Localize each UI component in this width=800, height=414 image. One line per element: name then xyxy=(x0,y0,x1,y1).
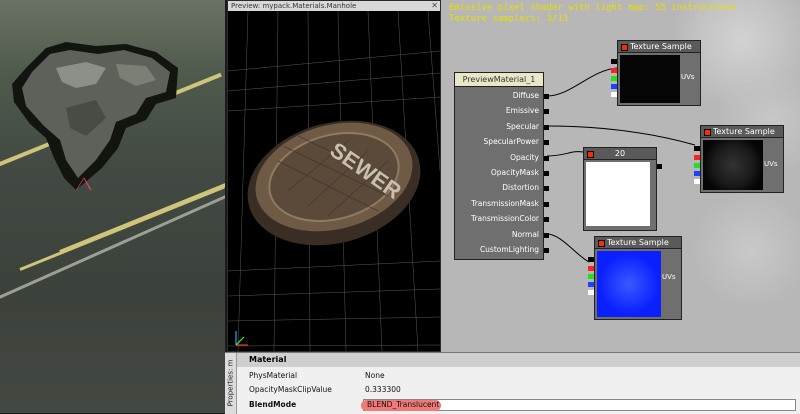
uvs-input-label: UVs xyxy=(681,73,695,81)
preview-canvas[interactable]: SEWER xyxy=(228,11,440,351)
input-pin[interactable] xyxy=(544,171,549,176)
texture-thumbnail xyxy=(703,140,763,190)
node-toggle-icon[interactable] xyxy=(621,44,628,51)
property-value: BLEND_Translucent xyxy=(367,400,440,409)
property-name: BlendMode xyxy=(249,400,297,409)
material-preview-window[interactable]: Preview: mypack.Materials.Manhole ✕ SEWE… xyxy=(227,0,441,352)
texture-sample-node[interactable]: Texture Sample UVs xyxy=(588,236,682,320)
texture-thumbnail xyxy=(597,251,661,317)
uvs-input-label: UVs xyxy=(662,273,676,281)
material-input-transmissionmask: TransmissionMask xyxy=(471,198,539,208)
properties-tab[interactable]: Properties: m xyxy=(225,353,237,414)
material-input-specular: Specular xyxy=(506,121,539,131)
green-output-pin[interactable] xyxy=(611,76,617,81)
close-icon[interactable]: ✕ xyxy=(431,1,438,11)
material-input-specularpower: SpecularPower xyxy=(483,137,539,147)
input-pin[interactable] xyxy=(544,94,549,99)
input-pin[interactable] xyxy=(544,140,549,146)
blue-output-pin[interactable] xyxy=(588,282,594,287)
rgb-output-pin[interactable] xyxy=(611,59,617,64)
input-pin[interactable] xyxy=(544,201,549,207)
alpha-output-pin[interactable] xyxy=(611,92,617,97)
green-output-pin[interactable] xyxy=(694,163,700,168)
rgb-output-pin[interactable] xyxy=(588,257,594,262)
curb-edge xyxy=(0,194,225,303)
uvs-input-label: UVs xyxy=(764,160,778,168)
material-input-normal: Normal xyxy=(511,229,539,239)
input-pin[interactable] xyxy=(544,232,549,238)
property-row-blendmode[interactable]: BlendMode BLEND_Translucent xyxy=(237,398,800,412)
alpha-output-pin[interactable] xyxy=(588,290,594,295)
red-output-pin[interactable] xyxy=(611,68,617,73)
texture-sample-title: Texture Sample xyxy=(713,127,775,136)
input-pin[interactable] xyxy=(544,155,549,161)
properties-panel[interactable]: Properties: m Material PhysMaterial None… xyxy=(225,352,800,414)
rgb-output-pin[interactable] xyxy=(694,146,700,151)
material-input-customlighting: CustomLighting xyxy=(479,245,539,254)
preview-material-node[interactable]: PreviewMaterial_1 Diffuse Emissive Specula… xyxy=(454,72,549,260)
constant-output-pin[interactable] xyxy=(657,164,662,169)
material-input-transmissioncolor: TransmissionColor xyxy=(470,214,539,224)
property-name: PhysMaterial xyxy=(249,371,298,380)
green-output-pin[interactable] xyxy=(588,274,594,279)
material-input-emissive: Emissive xyxy=(505,106,539,116)
alpha-output-pin[interactable] xyxy=(694,179,700,184)
property-row-physmaterial[interactable]: PhysMaterial None xyxy=(237,369,800,383)
material-input-opacity: Opacity xyxy=(510,152,539,162)
level-viewport[interactable] xyxy=(0,0,225,413)
preview-title-bar: Preview: mypack.Materials.Manhole ✕ xyxy=(228,1,440,11)
input-pin[interactable] xyxy=(544,186,549,192)
property-row-opacitymaskclipvalue[interactable]: OpacityMaskClipValue 0.333300 xyxy=(237,383,800,397)
input-pin[interactable] xyxy=(544,109,549,115)
texture-thumbnail xyxy=(620,55,680,103)
node-toggle-icon[interactable] xyxy=(598,240,605,247)
property-value: None xyxy=(365,371,385,380)
constant-node[interactable]: 20 xyxy=(583,147,662,231)
red-output-pin[interactable] xyxy=(694,155,700,160)
texture-sample-title: Texture Sample xyxy=(607,238,669,247)
constant-swatch xyxy=(586,162,650,226)
material-editor-canvas[interactable]: Emissive pixel shader with light map: 55… xyxy=(441,0,800,352)
blue-output-pin[interactable] xyxy=(611,84,617,89)
texture-sample-title: Texture Sample xyxy=(630,42,692,51)
road-lane-line xyxy=(19,185,225,271)
material-input-distortion: Distortion xyxy=(502,183,539,193)
material-section-header[interactable]: Material xyxy=(237,353,800,367)
material-input-opacitymask: OpacityMask xyxy=(490,168,539,177)
preview-title: Preview: mypack.Materials.Manhole xyxy=(231,2,357,10)
texture-sample-node[interactable]: Texture Sample UVs xyxy=(694,125,784,193)
property-name: OpacityMaskClipValue xyxy=(249,385,332,394)
preview-material-title: PreviewMaterial_1 xyxy=(455,73,543,87)
input-pin[interactable] xyxy=(544,248,549,253)
gargoyle-mesh[interactable] xyxy=(6,28,182,190)
input-pin[interactable] xyxy=(544,124,549,130)
axis-gizmo xyxy=(235,331,248,346)
texture-sample-node[interactable]: Texture Sample UVs xyxy=(611,40,701,106)
node-toggle-icon[interactable] xyxy=(587,151,594,158)
input-pin[interactable] xyxy=(544,217,549,223)
property-value: 0.333300 xyxy=(365,385,401,394)
blue-output-pin[interactable] xyxy=(694,171,700,176)
node-toggle-icon[interactable] xyxy=(704,129,711,136)
material-input-diffuse: Diffuse xyxy=(512,91,539,100)
constant-value: 20 xyxy=(614,149,626,158)
red-output-pin[interactable] xyxy=(588,266,594,271)
